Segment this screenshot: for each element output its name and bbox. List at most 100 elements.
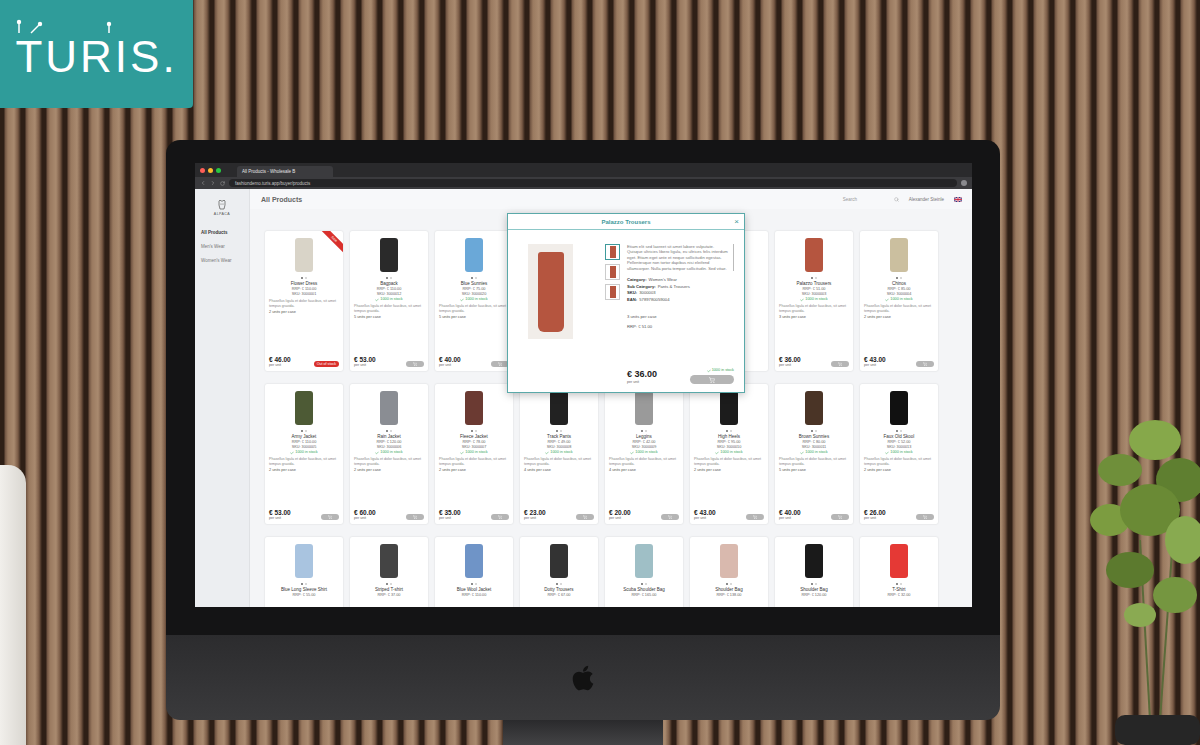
image-dot[interactable] bbox=[301, 583, 303, 585]
image-dot[interactable] bbox=[475, 583, 477, 585]
product-card[interactable]: BagpackRRP: € 110.00SKU: 30000121000 in … bbox=[350, 231, 428, 371]
minimize-window-button[interactable] bbox=[208, 168, 213, 173]
product-image[interactable] bbox=[354, 388, 424, 428]
product-name[interactable]: Flower Dress bbox=[269, 281, 339, 287]
product-image[interactable] bbox=[524, 388, 594, 428]
product-image[interactable] bbox=[694, 541, 764, 581]
product-image[interactable] bbox=[609, 388, 679, 428]
product-card[interactable]: Shoulder BagRRP: € 120.00 bbox=[775, 537, 853, 607]
product-image[interactable] bbox=[779, 388, 849, 428]
product-image[interactable] bbox=[609, 541, 679, 581]
product-name[interactable]: Palazzo Trousers bbox=[779, 281, 849, 287]
out-of-stock-button[interactable]: Out of stock bbox=[314, 361, 339, 367]
image-dot[interactable] bbox=[560, 583, 562, 585]
image-dot[interactable] bbox=[900, 277, 902, 279]
product-image[interactable] bbox=[269, 388, 339, 428]
product-name[interactable]: Blue Wool Jacket bbox=[439, 587, 509, 593]
brand-logo[interactable]: ALPACA bbox=[195, 199, 249, 216]
sidebar-item[interactable]: All Products bbox=[201, 230, 249, 235]
image-dot[interactable] bbox=[815, 277, 817, 279]
image-dot[interactable] bbox=[726, 583, 728, 585]
image-dot[interactable] bbox=[896, 430, 898, 432]
image-dot[interactable] bbox=[815, 583, 817, 585]
image-dot[interactable] bbox=[386, 277, 388, 279]
image-dot[interactable] bbox=[386, 583, 388, 585]
close-window-button[interactable] bbox=[200, 168, 205, 173]
product-image[interactable] bbox=[269, 541, 339, 581]
uk-flag-icon[interactable] bbox=[954, 197, 962, 202]
reload-icon[interactable] bbox=[220, 181, 225, 186]
add-to-cart-button[interactable] bbox=[916, 514, 934, 520]
product-card[interactable]: Blue Wool JacketRRP: € 110.00 bbox=[435, 537, 513, 607]
add-to-cart-button[interactable] bbox=[406, 514, 424, 520]
add-to-cart-button[interactable] bbox=[690, 375, 734, 384]
add-to-cart-button[interactable] bbox=[831, 514, 849, 520]
product-card[interactable]: High HeelsRRP: € 95.00SKU: 30000101000 i… bbox=[690, 384, 768, 524]
product-card[interactable]: SaleFlower DressRRP: € 110.00SKU: 300000… bbox=[265, 231, 343, 371]
image-dot[interactable] bbox=[390, 430, 392, 432]
product-card[interactable]: Blue Long Sleeve ShirtRRP: € 55.00 bbox=[265, 537, 343, 607]
image-dot[interactable] bbox=[390, 277, 392, 279]
product-image[interactable] bbox=[354, 235, 424, 275]
product-name[interactable]: Striped T-shirt bbox=[354, 587, 424, 593]
image-dot[interactable] bbox=[305, 583, 307, 585]
product-name[interactable]: Chinos bbox=[864, 281, 934, 287]
image-dot[interactable] bbox=[471, 277, 473, 279]
product-image[interactable] bbox=[354, 541, 424, 581]
product-image[interactable] bbox=[439, 541, 509, 581]
thumbnail[interactable] bbox=[605, 264, 620, 280]
product-card[interactable]: Striped T-shirtRRP: € 37.00 bbox=[350, 537, 428, 607]
product-image[interactable] bbox=[694, 388, 764, 428]
image-dot[interactable] bbox=[811, 277, 813, 279]
product-card[interactable]: T-ShirtRRP: € 32.00 bbox=[860, 537, 938, 607]
image-dot[interactable] bbox=[386, 430, 388, 432]
add-to-cart-button[interactable] bbox=[491, 514, 509, 520]
product-card[interactable]: Faux Old SkoolRRP: € 52.00SKU: 300001310… bbox=[860, 384, 938, 524]
product-name[interactable]: High Heels bbox=[694, 434, 764, 440]
add-to-cart-button[interactable] bbox=[661, 514, 679, 520]
product-name[interactable]: Leggins bbox=[609, 434, 679, 440]
product-name[interactable]: Blue Long Sleeve Shirt bbox=[269, 587, 339, 593]
image-dot[interactable] bbox=[645, 430, 647, 432]
product-name[interactable]: Dotty Trousers bbox=[524, 587, 594, 593]
product-name[interactable]: Bagpack bbox=[354, 281, 424, 287]
product-name[interactable]: Army Jacket bbox=[269, 434, 339, 440]
add-to-cart-button[interactable] bbox=[831, 361, 849, 367]
add-to-cart-button[interactable] bbox=[576, 514, 594, 520]
product-card[interactable]: Army JacketRRP: € 110.00SKU: 30000051000… bbox=[265, 384, 343, 524]
product-image[interactable] bbox=[864, 235, 934, 275]
product-name[interactable]: Rain Jacket bbox=[354, 434, 424, 440]
browser-tab[interactable]: All Products - Wholesale B bbox=[237, 166, 333, 177]
product-card[interactable]: Palazzo TrousersRRP: € 51.00SKU: 3000003… bbox=[775, 231, 853, 371]
product-card[interactable]: Shoulder BagRRP: € 138.00 bbox=[690, 537, 768, 607]
image-dot[interactable] bbox=[301, 430, 303, 432]
forward-icon[interactable] bbox=[210, 180, 216, 186]
user-name[interactable]: Alexander Steinle bbox=[909, 197, 944, 202]
product-name[interactable]: Scuba Shoulder Bag bbox=[609, 587, 679, 593]
product-name[interactable]: Shoulder Bag bbox=[694, 587, 764, 593]
product-card[interactable]: Dotty TrousersRRP: € 67.00 bbox=[520, 537, 598, 607]
sidebar-item[interactable]: Men's Wear bbox=[201, 244, 249, 249]
image-dot[interactable] bbox=[560, 430, 562, 432]
image-dot[interactable] bbox=[475, 277, 477, 279]
close-button[interactable]: × bbox=[734, 217, 739, 226]
search-field[interactable]: Search bbox=[843, 197, 899, 202]
product-card[interactable]: Track PantsRRP: € 49.00SKU: 30000081000 … bbox=[520, 384, 598, 524]
product-card[interactable]: Blue SunniesRRP: € 75.00SKU: 30000201000… bbox=[435, 231, 513, 371]
product-card[interactable]: ChinosRRP: € 85.00SKU: 30000041000 in st… bbox=[860, 231, 938, 371]
image-dot[interactable] bbox=[730, 583, 732, 585]
image-dot[interactable] bbox=[556, 430, 558, 432]
image-dot[interactable] bbox=[641, 583, 643, 585]
product-image[interactable] bbox=[439, 235, 509, 275]
image-dot[interactable] bbox=[301, 277, 303, 279]
image-dot[interactable] bbox=[730, 430, 732, 432]
image-dot[interactable] bbox=[471, 583, 473, 585]
product-name[interactable]: Faux Old Skool bbox=[864, 434, 934, 440]
image-dot[interactable] bbox=[811, 430, 813, 432]
product-card[interactable]: LegginsRRP: € 42.00SKU: 30000091000 in s… bbox=[605, 384, 683, 524]
product-name[interactable]: Brown Sunnies bbox=[779, 434, 849, 440]
image-dot[interactable] bbox=[896, 583, 898, 585]
add-to-cart-button[interactable] bbox=[321, 514, 339, 520]
product-image[interactable] bbox=[269, 235, 339, 275]
product-image[interactable] bbox=[779, 541, 849, 581]
